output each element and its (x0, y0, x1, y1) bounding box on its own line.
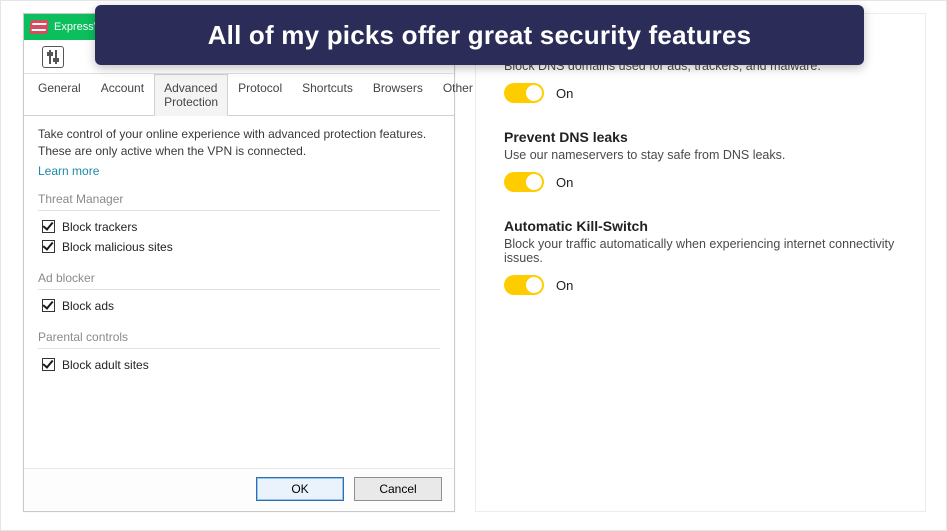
panel-body: Take control of your online experience w… (24, 116, 454, 468)
setting-title: Automatic Kill-Switch (504, 218, 897, 234)
option-block-adult-sites[interactable]: Block adult sites (38, 355, 440, 375)
group-title: Parental controls (38, 330, 440, 349)
toggle-switch[interactable] (504, 275, 544, 295)
tab-advanced-protection[interactable]: Advanced Protection (154, 74, 228, 116)
toggle-row: On (504, 275, 897, 295)
intro-text: Take control of your online experience w… (38, 126, 440, 160)
app-logo-icon (29, 20, 48, 34)
toggle-state: On (556, 278, 573, 293)
toggle-state: On (556, 86, 573, 101)
headline-text: All of my picks offer great security fea… (208, 20, 752, 51)
tabs: General Account Advanced Protection Prot… (24, 74, 454, 116)
option-label: Block trackers (62, 220, 137, 234)
tab-account[interactable]: Account (91, 74, 154, 115)
checkbox-icon[interactable] (42, 240, 55, 253)
settings-panel: Block content Block DNS domains used for… (475, 13, 926, 512)
toggle-state: On (556, 175, 573, 190)
tab-browsers[interactable]: Browsers (363, 74, 433, 115)
toggle-switch[interactable] (504, 172, 544, 192)
dialog-buttons: OK Cancel (24, 468, 454, 511)
group-title: Threat Manager (38, 192, 440, 211)
option-block-malicious-sites[interactable]: Block malicious sites (38, 237, 440, 257)
group-ad-blocker: Ad blocker Block ads (38, 271, 440, 316)
options-window: ExpressV General Account Advanced Protec… (23, 13, 455, 512)
cancel-button[interactable]: Cancel (354, 477, 442, 501)
option-label: Block malicious sites (62, 240, 173, 254)
sliders-icon[interactable] (42, 46, 64, 68)
setting-prevent-dns-leaks: Prevent DNS leaks Use our nameservers to… (504, 129, 897, 192)
option-label: Block adult sites (62, 358, 149, 372)
setting-kill-switch: Automatic Kill-Switch Block your traffic… (504, 218, 897, 295)
headline-banner: All of my picks offer great security fea… (95, 5, 864, 65)
toggle-switch[interactable] (504, 83, 544, 103)
tab-general[interactable]: General (28, 74, 91, 115)
tab-shortcuts[interactable]: Shortcuts (292, 74, 363, 115)
option-block-trackers[interactable]: Block trackers (38, 217, 440, 237)
toggle-row: On (504, 83, 897, 103)
group-parental-controls: Parental controls Block adult sites (38, 330, 440, 375)
learn-more-link[interactable]: Learn more (38, 164, 99, 178)
option-block-ads[interactable]: Block ads (38, 296, 440, 316)
checkbox-icon[interactable] (42, 299, 55, 312)
ok-button[interactable]: OK (256, 477, 344, 501)
toggle-row: On (504, 172, 897, 192)
group-threat-manager: Threat Manager Block trackers Block mali… (38, 192, 440, 257)
checkbox-icon[interactable] (42, 358, 55, 371)
option-label: Block ads (62, 299, 114, 313)
group-title: Ad blocker (38, 271, 440, 290)
tab-protocol[interactable]: Protocol (228, 74, 292, 115)
checkbox-icon[interactable] (42, 220, 55, 233)
setting-title: Prevent DNS leaks (504, 129, 897, 145)
setting-desc: Use our nameservers to stay safe from DN… (504, 148, 897, 162)
setting-desc: Block your traffic automatically when ex… (504, 237, 897, 265)
